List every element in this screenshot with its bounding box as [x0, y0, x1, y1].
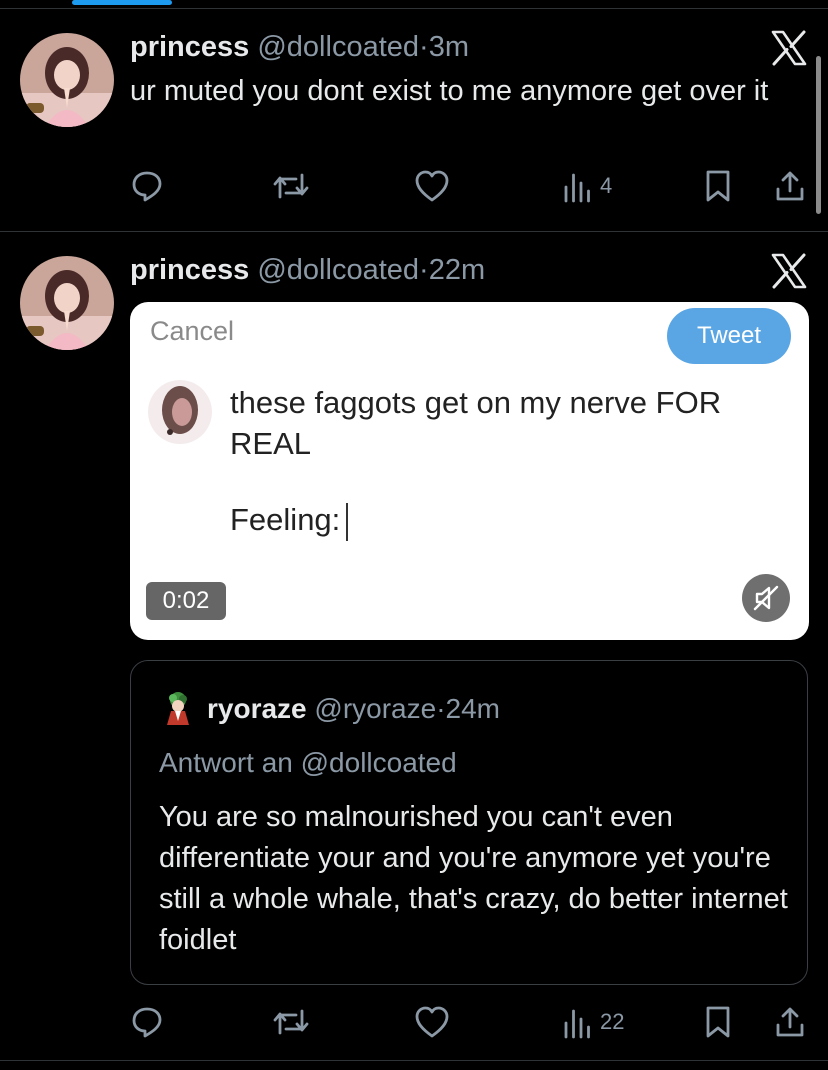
heart-icon	[415, 170, 449, 202]
views-button[interactable]: 22	[562, 1002, 624, 1042]
share-button[interactable]	[774, 1002, 806, 1042]
x-logo-icon[interactable]	[770, 252, 808, 290]
video-feeling-label: Feeling:	[230, 502, 341, 537]
quote-text: You are so malnourished you can't even d…	[159, 801, 788, 956]
share-button[interactable]	[774, 166, 806, 206]
bookmark-button[interactable]	[704, 1002, 732, 1042]
like-button[interactable]	[414, 1002, 450, 1042]
share-icon	[776, 171, 804, 201]
timestamp[interactable]: 22m	[429, 254, 485, 286]
avatar[interactable]	[20, 256, 114, 350]
views-icon	[564, 1009, 590, 1039]
display-name[interactable]: princess	[130, 31, 249, 63]
tweet-text: ur muted you dont exist to me anymore ge…	[130, 75, 769, 107]
reply-button[interactable]	[130, 166, 164, 206]
bookmark-icon	[706, 170, 730, 202]
action-bar: 4	[0, 166, 828, 206]
quote-avatar[interactable]	[161, 691, 195, 725]
tweet-divider	[0, 231, 828, 232]
reply-icon	[132, 171, 162, 202]
share-icon	[776, 1007, 804, 1037]
retweet-icon	[273, 1009, 309, 1035]
quote-header: ryoraze @ryoraze·24m	[207, 693, 500, 725]
like-button[interactable]	[414, 166, 450, 206]
avatar[interactable]	[20, 33, 114, 127]
separator-dot: ·	[436, 693, 446, 724]
views-count: 4	[600, 173, 613, 198]
handle[interactable]: @dollcoated	[257, 254, 419, 286]
reply-to-label[interactable]: Antwort an @dollcoated	[159, 747, 457, 779]
display-name[interactable]: princess	[130, 254, 249, 286]
top-divider	[0, 8, 828, 9]
active-tab-indicator	[72, 0, 172, 5]
action-bar: 22	[0, 1002, 828, 1042]
retweet-button[interactable]	[272, 1002, 310, 1042]
bookmark-button[interactable]	[704, 166, 732, 206]
heart-icon	[415, 1006, 449, 1038]
video-avatar	[148, 380, 212, 444]
video-cancel-label: Cancel	[150, 316, 235, 346]
video-tweet-text: these faggots get on my nerve FOR REAL	[230, 385, 722, 461]
handle[interactable]: @dollcoated	[257, 31, 419, 63]
retweet-button[interactable]	[272, 166, 310, 206]
views-count: 22	[600, 1009, 625, 1034]
muted-speaker-icon	[753, 585, 779, 611]
video-media[interactable]: Cancel Tweet these faggots get on my ner…	[130, 302, 809, 640]
separator-dot: ·	[419, 31, 429, 63]
reply-button[interactable]	[130, 1002, 164, 1042]
video-tweet-button: Tweet	[667, 308, 791, 364]
bookmark-icon	[706, 1006, 730, 1038]
video-duration: 0:02	[146, 582, 226, 620]
tweet-header: princess @dollcoated·3m	[130, 30, 469, 64]
quote-display-name[interactable]: ryoraze	[207, 693, 307, 724]
x-logo-icon[interactable]	[770, 29, 808, 67]
timestamp[interactable]: 3m	[429, 31, 469, 63]
quoted-tweet[interactable]: ryoraze @ryoraze·24m Antwort an @dollcoa…	[130, 660, 808, 985]
reply-icon	[132, 1007, 162, 1038]
retweet-icon	[273, 173, 309, 199]
views-button[interactable]: 4	[562, 166, 612, 206]
quote-handle[interactable]: @ryoraze	[314, 693, 436, 724]
text-caret	[346, 502, 349, 541]
tweet-header: princess @dollcoated·22m	[130, 253, 485, 287]
separator-dot: ·	[419, 254, 429, 286]
video-feeling-line: Feeling:	[230, 502, 349, 541]
quote-timestamp: 24m	[445, 693, 500, 724]
bottom-divider	[0, 1060, 828, 1061]
mute-toggle-button[interactable]	[742, 574, 790, 622]
views-icon	[564, 173, 590, 203]
